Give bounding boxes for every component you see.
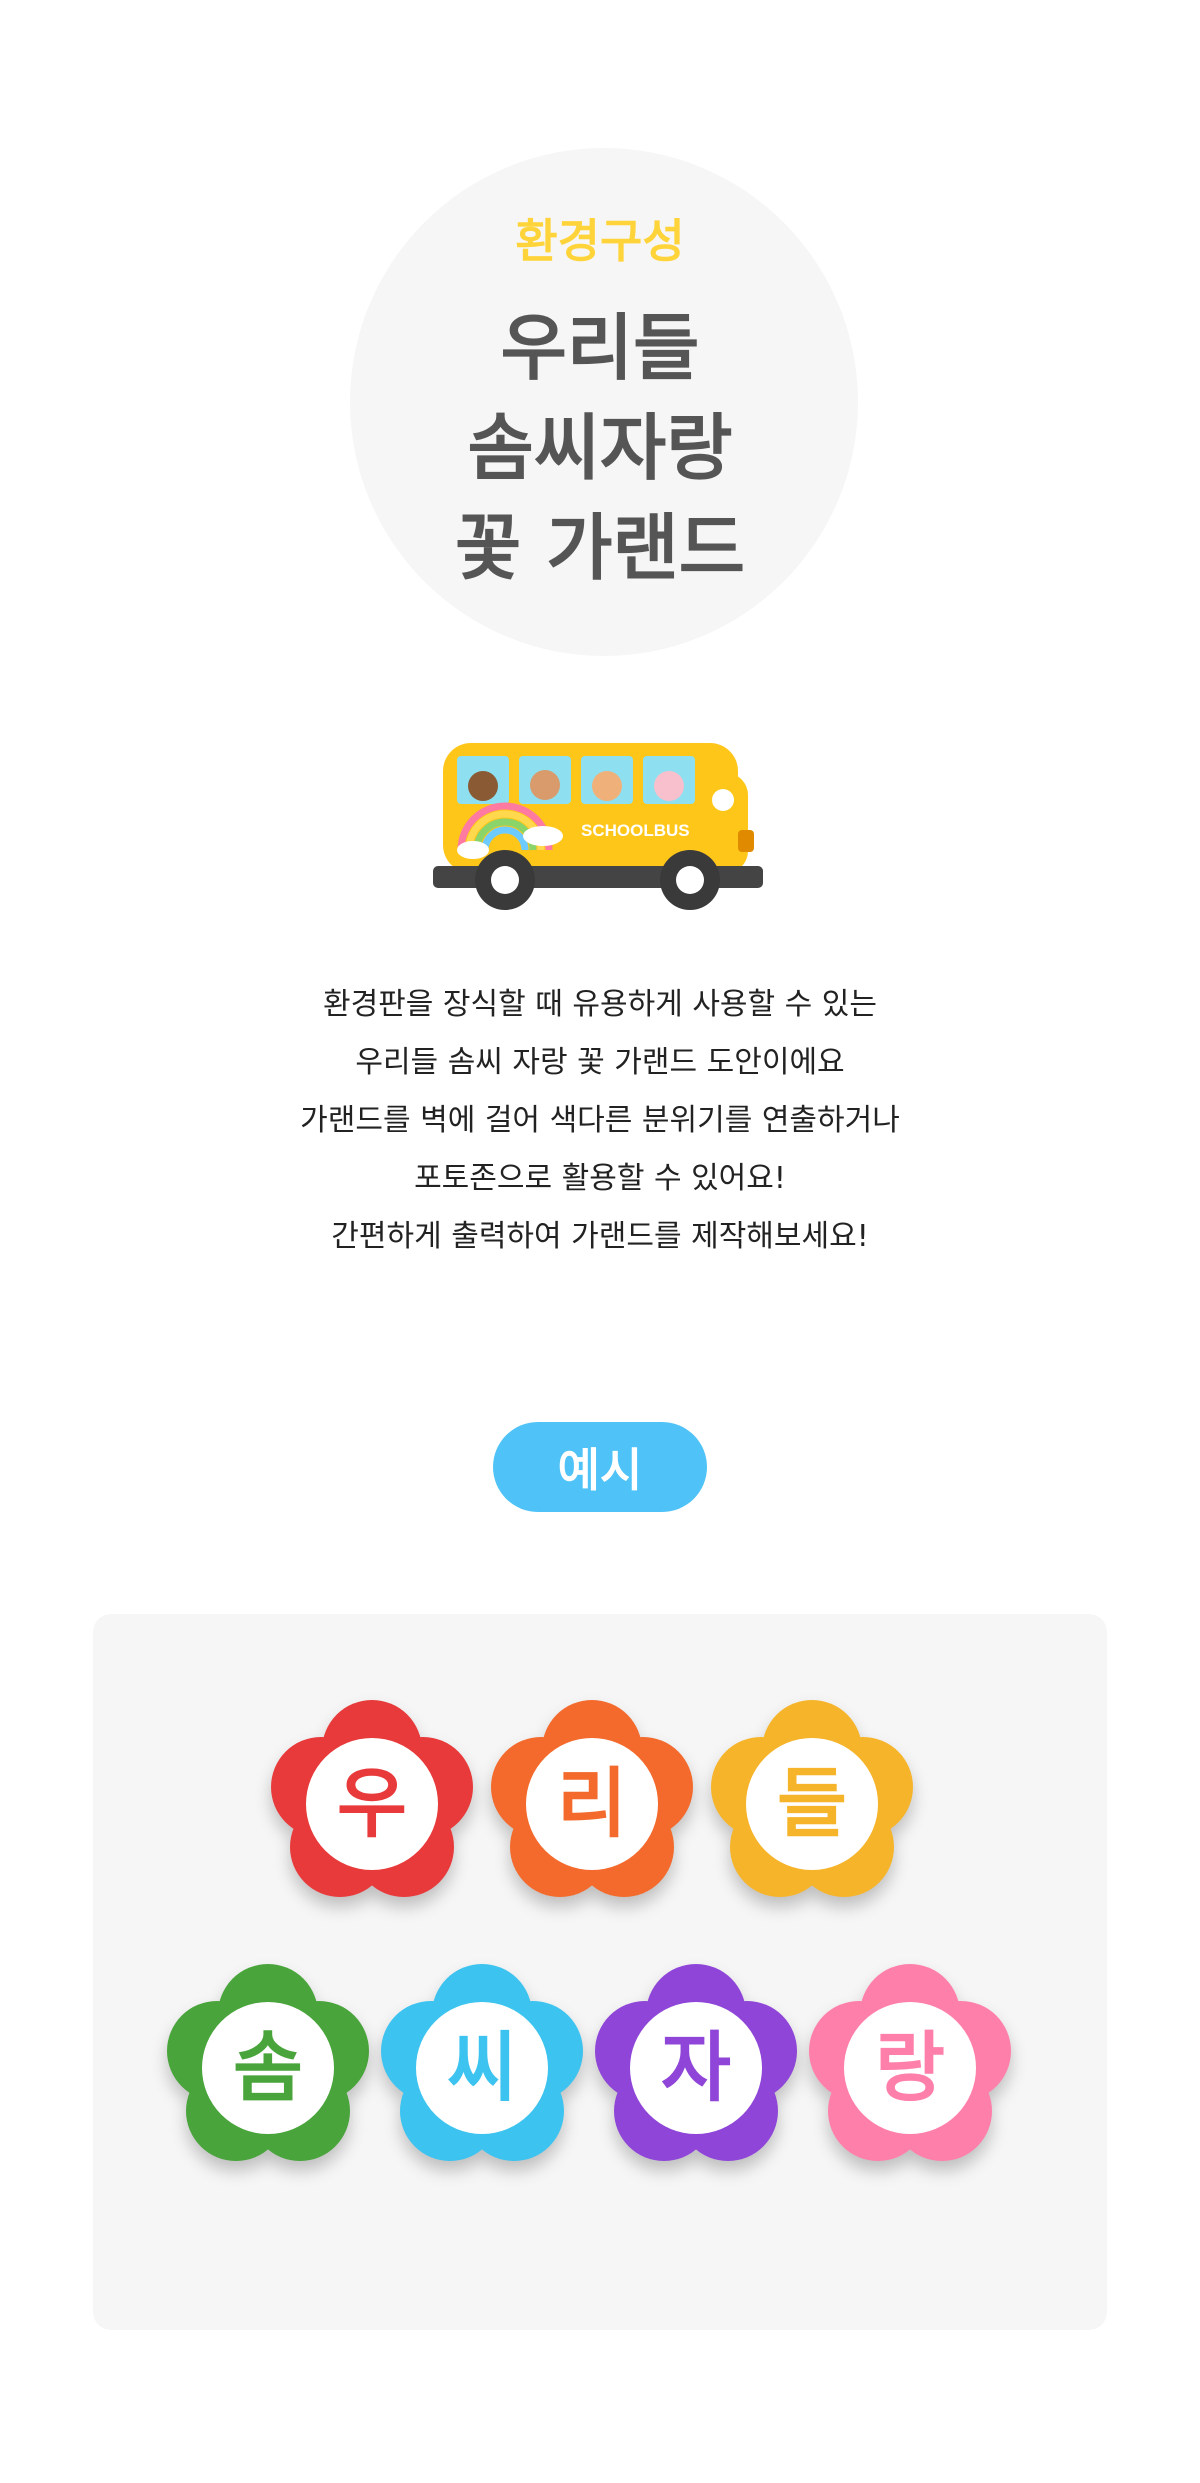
description-line-5: 간편하게 출력하여 가랜드를 제작해보세요!	[331, 1219, 869, 1254]
flower-letter: 리	[557, 1759, 627, 1848]
page-title-line-3: 꽃 가랜드	[454, 506, 746, 590]
description-line-1: 환경판을 장식할 때 유용하게 사용할 수 있는	[322, 987, 878, 1022]
page-title-line-2: 솜씨자랑	[467, 406, 733, 490]
flower-ornament: 솜	[162, 1962, 374, 2174]
school-bus-illustration: SCHOOLBUS	[433, 738, 763, 914]
flower-ornament: 자	[590, 1962, 802, 2174]
flower-letter: 우	[337, 1759, 407, 1848]
flower-letter: 랑	[875, 2023, 945, 2112]
page-title-line-1: 우리들	[500, 306, 700, 390]
description-line-2: 우리들 솜씨 자랑 꽃 가랜드 도안이에요	[355, 1045, 845, 1080]
flower-ornament: 랑	[804, 1962, 1016, 2174]
flower-ornament: 리	[486, 1698, 698, 1910]
description-line-4: 포토존으로 활용할 수 있어요!	[414, 1161, 786, 1196]
section-eyebrow: 환경구성	[515, 214, 685, 268]
flower-letter: 들	[777, 1759, 847, 1848]
svg-text:SCHOOLBUS: SCHOOLBUS	[581, 821, 690, 840]
example-label-badge: 예시	[493, 1422, 707, 1512]
flower-letter: 씨	[447, 2023, 517, 2112]
flower-letter: 자	[661, 2023, 731, 2112]
flower-letter: 솜	[233, 2023, 303, 2112]
description-line-3: 가랜드를 벽에 걸어 색다른 분위기를 연출하거나	[300, 1103, 900, 1138]
flower-ornament: 들	[706, 1698, 918, 1910]
flower-ornament: 우	[266, 1698, 478, 1910]
flower-ornament: 씨	[376, 1962, 588, 2174]
